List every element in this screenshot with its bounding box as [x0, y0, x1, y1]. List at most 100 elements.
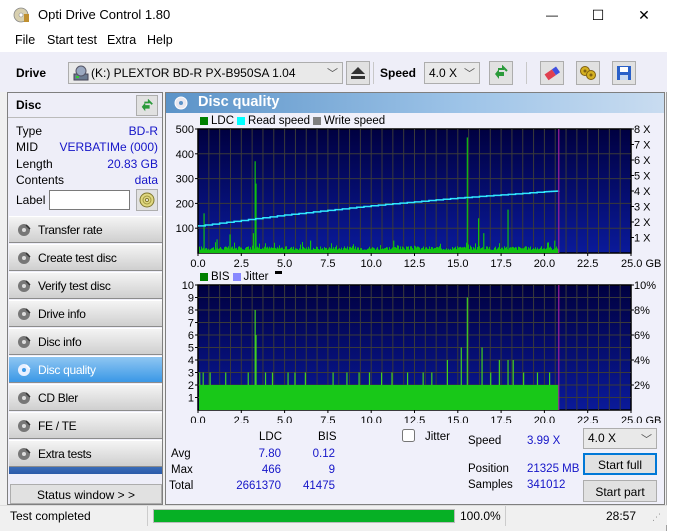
speed-value: 4.0 X [429, 66, 458, 80]
disc-test-icon [18, 420, 31, 432]
menu-extra[interactable]: Extra [107, 33, 136, 47]
x-tick-label: 2.5 [234, 258, 249, 270]
status-divider [147, 506, 148, 526]
disc-mid-label: MID [16, 140, 38, 154]
y2-tick-label: 2% [634, 380, 650, 392]
disc-label-input[interactable] [49, 190, 130, 210]
x-tick-label: 25.0 GB [621, 415, 661, 423]
y-tick-label: 3 [188, 368, 194, 380]
y2-tick-label: 8% [634, 305, 650, 317]
minimize-button[interactable]: — [529, 0, 575, 30]
start-part-button[interactable]: Start part [583, 480, 657, 502]
status-bar: Test completed 100.0% 28:57 ⋰ [0, 505, 667, 526]
close-button[interactable]: ✕ [621, 0, 667, 30]
x-tick-label: 20.0 [534, 415, 555, 423]
maximize-button[interactable]: ☐ [575, 0, 621, 30]
x-tick-label: 25.0 GB [621, 258, 661, 270]
x-tick-label: 12.5 [404, 258, 425, 270]
y2-tick-label: 4 X [634, 186, 651, 198]
disc-length-row: Length 20.83 GB [16, 157, 158, 173]
x-tick-label: 10.0 [360, 415, 381, 423]
stats-avg-label: Avg [171, 448, 191, 460]
test-speed-value: 4.0 X [588, 431, 617, 445]
disc-mid-value: VERBATIMe (000) [59, 140, 158, 154]
nav-label: Disc info [38, 335, 82, 349]
menu-file[interactable]: File [15, 33, 35, 47]
nav-transfer-rate[interactable]: Transfer rate [9, 216, 162, 243]
app-disc-icon [13, 7, 29, 23]
toolbar-separator [526, 62, 527, 84]
menu-start-test[interactable]: Start test [47, 33, 97, 47]
disc-header-title: Disc [16, 98, 42, 112]
x-tick-label: 0.0 [190, 415, 205, 423]
nav-fe-te[interactable]: FE / TE [9, 412, 162, 439]
settings-button[interactable] [576, 61, 600, 85]
x-tick-label: 17.5 [490, 415, 511, 423]
jitter-legend-swatch [232, 273, 241, 281]
erase-icon [544, 66, 561, 81]
nav-label: Disc quality [38, 363, 96, 377]
test-speed-select[interactable]: 4.0 X ﹀ [583, 428, 657, 449]
disc-refresh-button[interactable] [136, 95, 158, 116]
x-tick-label: 17.5 [490, 258, 511, 270]
eject-icon [351, 67, 365, 79]
refresh-button[interactable] [489, 61, 513, 85]
nav-cd-bler[interactable]: CD Bler [9, 384, 162, 411]
ldc-chart: 500 400 300 200 100 8 X 7 X 6 X 5 X 4 X 3 X 2 X 1 X 0… [176, 124, 662, 423]
menu-bar: File Start test Extra Help [0, 30, 667, 52]
progress-fill [154, 510, 454, 522]
speed-label: Speed [380, 66, 417, 80]
x-tick-label: 22.5 [577, 258, 598, 270]
jitter-legend-label: Jitter [243, 271, 269, 283]
disc-test-icon [18, 308, 31, 320]
elapsed-time: 28:57 [606, 509, 637, 523]
x-tick-label: 5.0 [277, 258, 292, 270]
y2-tick-label: 8 X [634, 124, 651, 136]
disc-length-label: Length [16, 157, 53, 171]
erase-button[interactable] [540, 61, 564, 85]
y-tick-label: 9 [188, 293, 194, 305]
resize-grip-icon[interactable]: ⋰ [652, 512, 661, 523]
nav-extra-tests[interactable]: Extra tests [9, 440, 162, 467]
status-window-button[interactable]: Status window > > [10, 484, 162, 504]
toolbar: Drive (K:) PLEXTOR BD-R PX-B950SA 1.04 ﹀… [0, 52, 667, 92]
jitter-checkbox[interactable] [402, 429, 415, 442]
eject-button[interactable] [346, 61, 370, 85]
y-tick-label: 7 [188, 318, 194, 330]
nav-verify-test-disc[interactable]: Verify test disc [9, 272, 162, 299]
toolbar-separator [373, 62, 374, 84]
stats-avg-bis: 0.12 [312, 448, 335, 460]
nav-disc-quality[interactable]: Disc quality [9, 356, 162, 383]
disc-label-button[interactable] [136, 189, 158, 211]
speed-value: 3.99 X [527, 435, 561, 447]
disc-contents-value: data [134, 173, 158, 187]
nav-drive-info[interactable]: Drive info [9, 300, 162, 327]
stats-total-label: Total [169, 480, 194, 492]
progress-bar [153, 509, 455, 523]
y2-tick-label: 6 X [634, 155, 651, 167]
save-button[interactable] [612, 61, 636, 85]
progress-label: 100.0% [460, 509, 501, 523]
stats-max-bis: 9 [328, 464, 335, 476]
status-divider [505, 506, 506, 526]
y-tick-label: 10 [182, 280, 194, 292]
drive-label: Drive [16, 66, 47, 80]
nav-create-test-disc[interactable]: Create test disc [9, 244, 162, 271]
menu-help[interactable]: Help [147, 33, 173, 47]
y-tick-label: 8 [188, 305, 194, 317]
x-tick-label: 22.5 [577, 415, 598, 423]
start-full-button[interactable]: Start full [583, 453, 657, 475]
nav-disc-info[interactable]: Disc info [9, 328, 162, 355]
y-tick-label: 400 [176, 149, 194, 161]
disc-type-row: Type BD-R [16, 124, 158, 140]
disc-contents-label: Contents [16, 173, 65, 187]
disc-length-value: 20.83 GB [107, 157, 158, 171]
y-tick-label: 2 [188, 380, 194, 392]
speed-select[interactable]: 4.0 X ﹀ [424, 62, 480, 84]
settings-icon [580, 66, 596, 80]
y-tick-label: 500 [176, 124, 194, 136]
disc-test-icon [18, 280, 31, 292]
drive-icon [73, 65, 89, 81]
y-tick-label: 6 [188, 330, 194, 342]
drive-select[interactable]: (K:) PLEXTOR BD-R PX-B950SA 1.04 ﹀ [68, 62, 343, 84]
